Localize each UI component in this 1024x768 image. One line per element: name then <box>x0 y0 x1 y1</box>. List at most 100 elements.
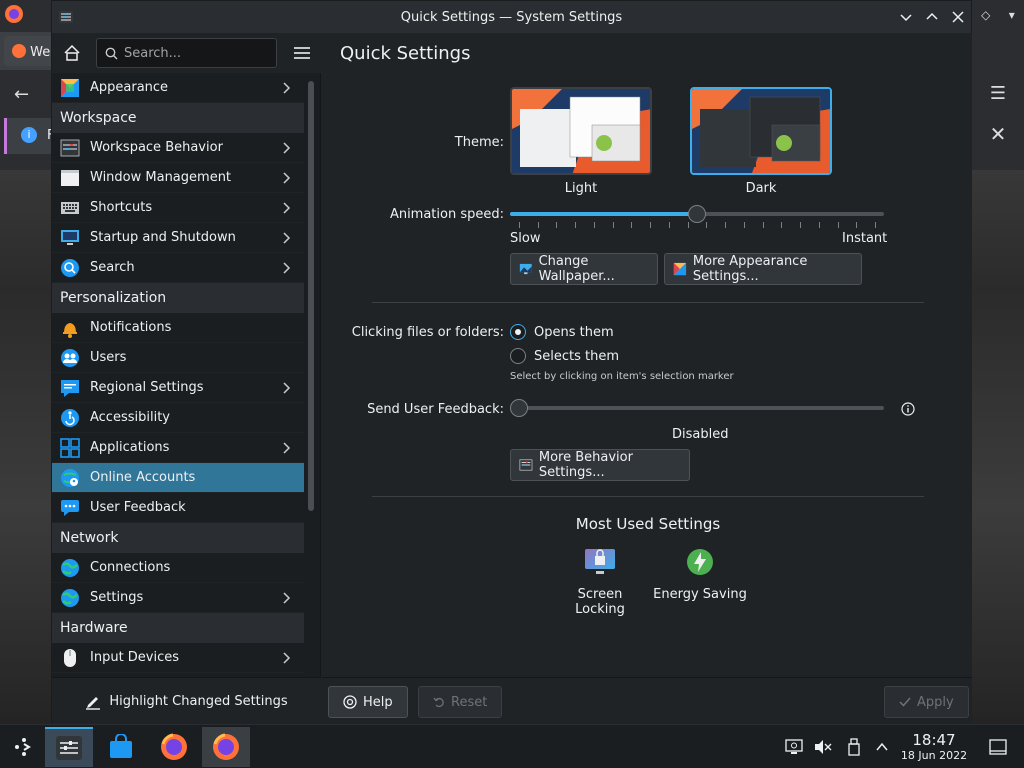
minimize-button[interactable] <box>897 8 915 26</box>
sidebar-item-input-devices[interactable]: Input Devices <box>52 643 304 673</box>
info-icon[interactable] <box>901 402 915 416</box>
firefox-icon <box>161 733 187 760</box>
chevron-right-icon <box>278 200 294 216</box>
sidebar-item-settings[interactable]: Settings <box>52 583 304 613</box>
home-button[interactable] <box>55 37 89 69</box>
maximize-button[interactable] <box>923 8 941 26</box>
sidebar-item-workspace-behavior[interactable]: Workspace Behavior <box>52 133 304 163</box>
energy-icon <box>687 549 713 575</box>
firefox-icon <box>5 5 23 23</box>
most-used-screen-locking[interactable]: Screen Locking <box>552 547 648 617</box>
sidebar-item-online-accounts[interactable]: Online Accounts <box>52 463 304 493</box>
startup-icon <box>60 228 80 248</box>
appearance-icon <box>673 262 687 276</box>
taskbar-firefox-window[interactable] <box>202 727 250 767</box>
keep-above-icon[interactable]: ◇ <box>981 8 990 22</box>
apply-button[interactable]: Apply <box>884 686 969 718</box>
close-icon <box>952 11 964 23</box>
sidebar-item-connections[interactable]: Connections <box>52 553 304 583</box>
wallpaper-icon <box>519 263 532 275</box>
chevron-right-icon <box>278 140 294 156</box>
sidebar-item-startup-and-shutdown[interactable]: Startup and Shutdown <box>52 223 304 253</box>
tray-volume[interactable] <box>813 737 833 757</box>
energy-saving-label: Energy Saving <box>653 587 747 602</box>
select-hint-text: Select by clicking on item's selection m… <box>510 371 734 382</box>
background-browser-tab[interactable]: We <box>4 36 56 66</box>
window-titlebar[interactable]: Quick Settings — System Settings <box>52 1 971 33</box>
sidebar-scrollbar[interactable] <box>308 81 314 511</box>
minimize-icon[interactable]: ▾ <box>1009 8 1015 22</box>
sidebar-item-notifications[interactable]: Notifications <box>52 313 304 343</box>
more-appearance-settings-button[interactable]: More Appearance Settings... <box>664 253 862 285</box>
animation-speed-slider[interactable] <box>510 205 886 229</box>
volume-muted-icon <box>815 740 832 754</box>
chevron-right-icon <box>278 380 294 396</box>
application-launcher-button[interactable] <box>0 727 48 767</box>
theme-light-thumbnail[interactable] <box>510 87 652 175</box>
change-wallpaper-label: Change Wallpaper... <box>538 254 615 284</box>
opens-them-radio[interactable] <box>510 324 526 340</box>
sidebar-item-accessibility[interactable]: Accessibility <box>52 403 304 433</box>
slider-handle[interactable] <box>688 205 706 223</box>
sidebar-item-label: Input Devices <box>90 650 180 665</box>
help-button[interactable]: Help <box>328 686 408 718</box>
globe-icon <box>60 558 80 578</box>
sidebar-item-appearance[interactable]: Appearance <box>52 73 304 103</box>
hamburger-menu-button[interactable] <box>288 39 316 67</box>
section-header: Workspace <box>52 103 304 133</box>
reset-label: Reset <box>451 694 488 710</box>
highlight-changed-settings-button[interactable]: Highlight Changed Settings <box>52 677 321 725</box>
close-button[interactable] <box>949 8 967 26</box>
slider-tick <box>519 222 520 228</box>
sidebar-item-label: Appearance <box>90 80 169 95</box>
tray-expand-button[interactable] <box>872 737 892 757</box>
highlight-changed-label: Highlight Changed Settings <box>109 694 288 709</box>
search-field[interactable] <box>96 38 277 68</box>
selects-them-radio[interactable] <box>510 348 526 364</box>
opens-them-label[interactable]: Opens them <box>534 325 614 340</box>
slider-tick <box>763 222 764 228</box>
most-used-energy-saving[interactable]: Energy Saving <box>652 547 748 607</box>
application-launcher-icon <box>15 738 31 756</box>
selects-them-label[interactable]: Selects them <box>534 349 619 364</box>
slider-tick <box>875 222 876 228</box>
sidebar-item-user-feedback[interactable]: User Feedback <box>52 493 304 523</box>
change-wallpaper-button[interactable]: Change Wallpaper... <box>510 253 658 285</box>
slow-label: Slow <box>510 231 541 246</box>
peek-at-desktop-button[interactable] <box>988 737 1008 757</box>
hamburger-menu-icon[interactable]: ☰ <box>972 74 1024 114</box>
sidebar-item-window-management[interactable]: Window Management <box>52 163 304 193</box>
slider-handle[interactable] <box>510 399 528 417</box>
chevron-right-icon <box>278 170 294 186</box>
sidebar-item-regional-settings[interactable]: Regional Settings <box>52 373 304 403</box>
reset-button[interactable]: Reset <box>418 686 503 718</box>
pencil-icon <box>86 696 101 710</box>
home-icon <box>64 44 80 61</box>
search-input[interactable] <box>124 45 264 61</box>
display-icon <box>785 739 803 754</box>
chevron-right-icon <box>278 440 294 456</box>
digital-clock[interactable]: 18:47 18 Jun 2022 <box>898 731 970 762</box>
sidebar-item-search[interactable]: Search <box>52 253 304 283</box>
keyboard-icon <box>60 198 80 218</box>
tray-display-configuration[interactable] <box>784 737 804 757</box>
sidebar-item-shortcuts[interactable]: Shortcuts <box>52 193 304 223</box>
more-behavior-settings-button[interactable]: More Behavior Settings... <box>510 449 690 481</box>
feedback-slider[interactable] <box>510 399 886 423</box>
theme-dark-thumbnail[interactable] <box>690 87 832 175</box>
appearance-icon <box>60 78 80 98</box>
slider-tick <box>613 222 614 228</box>
close-icon[interactable]: ✕ <box>972 114 1024 154</box>
screen-locking-label: Screen Locking <box>575 587 625 617</box>
tray-device-notifier[interactable] <box>844 737 864 757</box>
background-window-controls: ◇ ▾ <box>972 0 1024 30</box>
discover-icon <box>110 734 132 758</box>
taskbar-system-settings[interactable] <box>45 727 93 767</box>
sidebar-item-label: Online Accounts <box>90 470 196 485</box>
taskbar-firefox[interactable] <box>150 727 198 767</box>
back-arrow-icon[interactable]: ← <box>14 84 29 105</box>
sidebar-item-users[interactable]: Users <box>52 343 304 373</box>
chevron-right-icon <box>278 590 294 606</box>
taskbar-discover[interactable] <box>97 727 145 767</box>
sidebar-item-applications[interactable]: Applications <box>52 433 304 463</box>
